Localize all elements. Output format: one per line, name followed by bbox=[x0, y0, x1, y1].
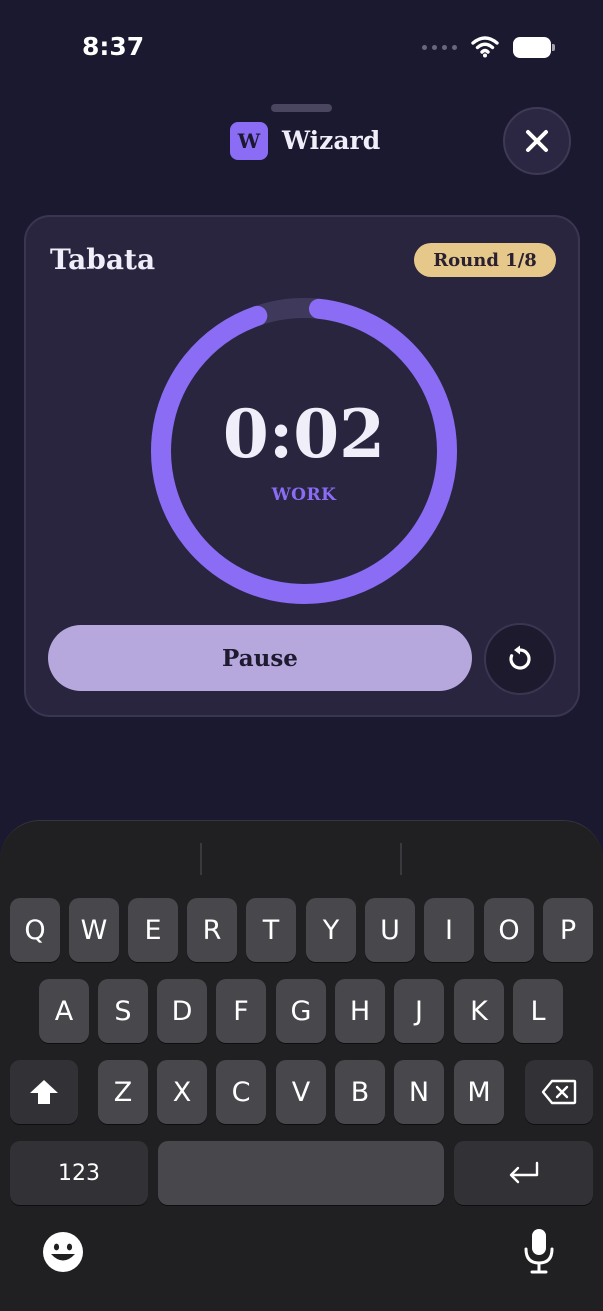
backspace-key[interactable] bbox=[525, 1060, 593, 1124]
key-w[interactable]: W bbox=[69, 898, 119, 962]
reset-icon bbox=[509, 645, 531, 670]
shift-icon bbox=[30, 1080, 58, 1104]
key-j[interactable]: J bbox=[394, 979, 444, 1043]
key-g[interactable]: G bbox=[276, 979, 326, 1043]
key-v[interactable]: V bbox=[276, 1060, 326, 1124]
key-u[interactable]: U bbox=[365, 898, 415, 962]
space-key[interactable] bbox=[158, 1141, 444, 1205]
round-badge: Round 1/8 bbox=[414, 243, 556, 277]
key-f[interactable]: F bbox=[216, 979, 266, 1043]
key-y[interactable]: Y bbox=[306, 898, 356, 962]
suggestion-divider bbox=[400, 843, 402, 875]
status-time: 8:37 bbox=[82, 32, 145, 61]
time-remaining: 0:02 bbox=[222, 395, 386, 473]
key-k[interactable]: K bbox=[454, 979, 504, 1043]
key-r[interactable]: R bbox=[187, 898, 237, 962]
return-icon bbox=[509, 1161, 538, 1184]
status-icons bbox=[422, 36, 555, 58]
key-d[interactable]: D bbox=[157, 979, 207, 1043]
suggestion-divider bbox=[200, 843, 202, 875]
key-o[interactable]: O bbox=[484, 898, 534, 962]
shift-key[interactable] bbox=[10, 1060, 78, 1124]
timer-title: Tabata bbox=[50, 243, 156, 276]
key-n[interactable]: N bbox=[394, 1060, 444, 1124]
keyboard: Q W E R T Y U I O P A S D F G H J K L Z … bbox=[0, 820, 603, 1311]
emoji-icon[interactable] bbox=[42, 1231, 84, 1273]
key-e[interactable]: E bbox=[128, 898, 178, 962]
wifi-icon bbox=[471, 36, 499, 58]
key-p[interactable]: P bbox=[543, 898, 593, 962]
key-l[interactable]: L bbox=[513, 979, 563, 1043]
key-q[interactable]: Q bbox=[10, 898, 60, 962]
battery-icon bbox=[513, 36, 555, 58]
status-bar: 8:37 bbox=[0, 0, 603, 90]
app-title: Wizard bbox=[282, 126, 381, 155]
key-z[interactable]: Z bbox=[98, 1060, 148, 1124]
pause-button[interactable]: Pause bbox=[48, 625, 472, 691]
close-icon bbox=[526, 130, 548, 152]
key-c[interactable]: C bbox=[216, 1060, 266, 1124]
numbers-key[interactable]: 123 bbox=[10, 1141, 148, 1205]
return-key[interactable] bbox=[454, 1141, 593, 1205]
key-s[interactable]: S bbox=[98, 979, 148, 1043]
mic-icon[interactable] bbox=[522, 1227, 556, 1275]
phase-label: WORK bbox=[271, 485, 337, 505]
app-logo: W bbox=[230, 122, 268, 160]
key-t[interactable]: T bbox=[246, 898, 296, 962]
signal-dots-icon bbox=[422, 44, 457, 50]
key-i[interactable]: I bbox=[424, 898, 474, 962]
key-h[interactable]: H bbox=[335, 979, 385, 1043]
timer-card: Tabata Round 1/8 0:02 WORK Pause bbox=[24, 215, 580, 717]
reset-button[interactable] bbox=[484, 623, 556, 695]
key-m[interactable]: M bbox=[454, 1060, 504, 1124]
close-button[interactable] bbox=[503, 107, 571, 175]
key-b[interactable]: B bbox=[335, 1060, 385, 1124]
key-x[interactable]: X bbox=[157, 1060, 207, 1124]
sheet-grabber[interactable] bbox=[271, 104, 332, 112]
backspace-icon bbox=[541, 1079, 577, 1105]
key-a[interactable]: A bbox=[39, 979, 89, 1043]
